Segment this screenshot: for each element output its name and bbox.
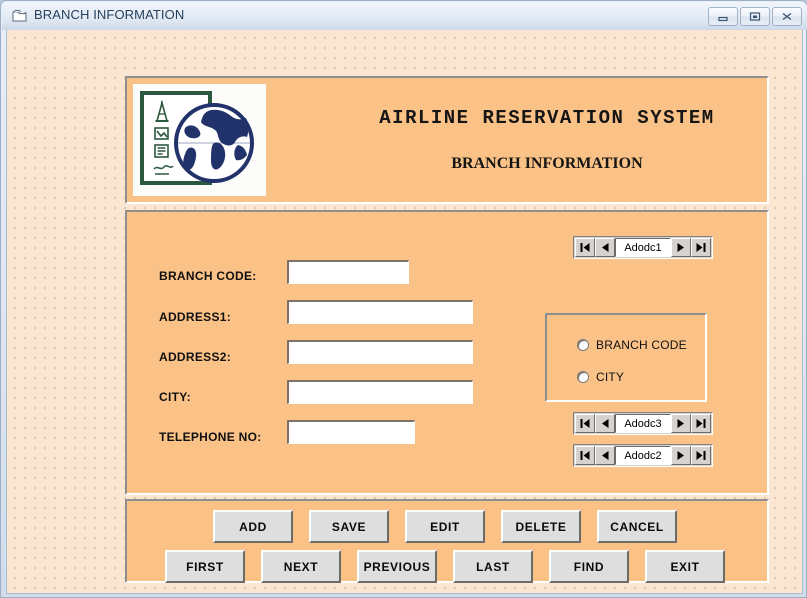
- radio-indicator-icon[interactable]: [577, 371, 589, 383]
- last-button[interactable]: LAST: [453, 550, 533, 583]
- adodc3-data-control[interactable]: Adodc3: [573, 412, 713, 435]
- title-bar: BRANCH INFORMATION: [2, 2, 807, 30]
- close-button[interactable]: [772, 7, 802, 26]
- label-branch-code: BRANCH CODE:: [159, 269, 257, 283]
- save-button[interactable]: SAVE: [309, 510, 389, 543]
- form-window-icon: [12, 9, 28, 23]
- label-address2: ADDRESS2:: [159, 350, 232, 364]
- label-city: CITY:: [159, 390, 191, 404]
- minimize-button[interactable]: [708, 7, 738, 26]
- radio-city[interactable]: CITY: [577, 370, 624, 384]
- adodc2-data-control[interactable]: Adodc2: [573, 444, 713, 467]
- move-last-icon[interactable]: [691, 414, 711, 433]
- next-button[interactable]: NEXT: [261, 550, 341, 583]
- telephone-no-input[interactable]: [287, 420, 415, 444]
- exit-button[interactable]: EXIT: [645, 550, 725, 583]
- move-last-icon[interactable]: [691, 446, 711, 465]
- previous-button[interactable]: PREVIOUS: [357, 550, 437, 583]
- move-previous-icon[interactable]: [595, 238, 615, 257]
- address2-input[interactable]: [287, 340, 473, 364]
- application-window: BRANCH INFORMATION AIRLINE RESERVATION S…: [0, 0, 807, 598]
- globe-travel-logo: [133, 84, 266, 196]
- vb-form-canvas: AIRLINE RESERVATION SYSTEM BRANCH INFORM…: [6, 30, 803, 594]
- move-next-icon[interactable]: [671, 414, 691, 433]
- address1-input[interactable]: [287, 300, 473, 324]
- window-controls: [708, 7, 802, 26]
- radio-city-label: CITY: [596, 370, 625, 384]
- city-input[interactable]: [287, 380, 473, 404]
- adodc1-data-control[interactable]: Adodc1: [573, 236, 713, 259]
- adodc1-caption: Adodc1: [615, 238, 671, 257]
- action-buttons-panel: ADD SAVE EDIT DELETE CANCEL FIRST NEXT P…: [125, 499, 769, 583]
- header-panel: AIRLINE RESERVATION SYSTEM BRANCH INFORM…: [125, 76, 769, 204]
- branch-code-input[interactable]: [287, 260, 409, 284]
- adodc3-caption: Adodc3: [615, 414, 671, 433]
- maximize-button[interactable]: [740, 7, 770, 26]
- move-first-icon[interactable]: [575, 446, 595, 465]
- label-telephone-no: TELEPHONE NO:: [159, 430, 262, 444]
- move-next-icon[interactable]: [671, 238, 691, 257]
- search-by-group: BRANCH CODE CITY: [545, 313, 707, 402]
- move-previous-icon[interactable]: [595, 414, 615, 433]
- page-subtitle: BRANCH INFORMATION: [451, 155, 643, 172]
- move-next-icon[interactable]: [671, 446, 691, 465]
- radio-branch-code[interactable]: BRANCH CODE: [577, 338, 687, 352]
- edit-button[interactable]: EDIT: [405, 510, 485, 543]
- radio-indicator-icon[interactable]: [577, 339, 589, 351]
- page-title: AIRLINE RESERVATION SYSTEM: [379, 107, 715, 129]
- label-address1: ADDRESS1:: [159, 310, 232, 324]
- radio-branch-code-label: BRANCH CODE: [596, 338, 687, 352]
- move-previous-icon[interactable]: [595, 446, 615, 465]
- cancel-button[interactable]: CANCEL: [597, 510, 677, 543]
- window-title: BRANCH INFORMATION: [34, 7, 185, 22]
- find-button[interactable]: FIND: [549, 550, 629, 583]
- form-panel: BRANCH CODE: ADDRESS1: ADDRESS2: CITY: T…: [125, 210, 769, 495]
- adodc2-caption: Adodc2: [615, 446, 671, 465]
- add-button[interactable]: ADD: [213, 510, 293, 543]
- move-first-icon[interactable]: [575, 414, 595, 433]
- first-button[interactable]: FIRST: [165, 550, 245, 583]
- move-first-icon[interactable]: [575, 238, 595, 257]
- move-last-icon[interactable]: [691, 238, 711, 257]
- delete-button[interactable]: DELETE: [501, 510, 581, 543]
